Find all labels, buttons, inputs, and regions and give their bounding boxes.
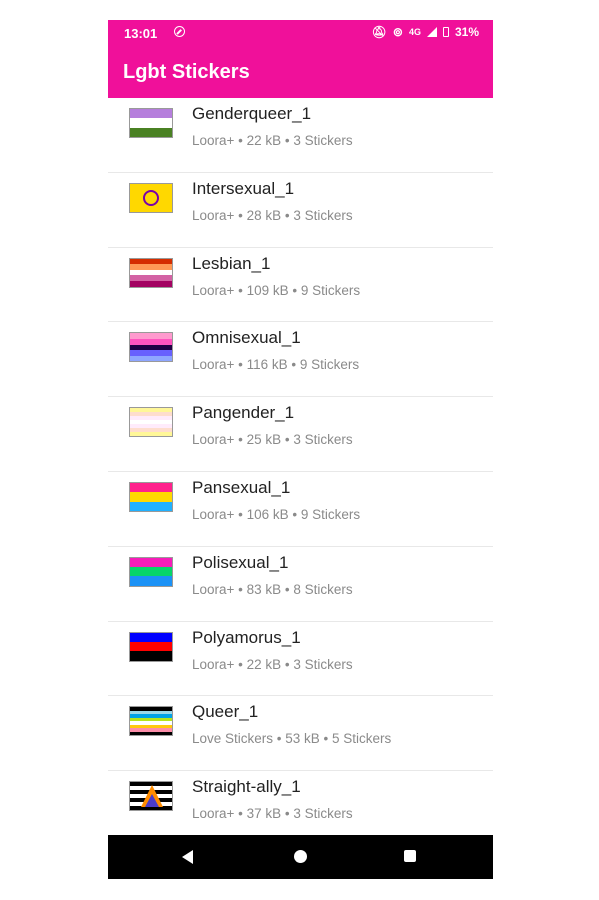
sticker-pack-item[interactable]: Pansexual_1 Loora+ • 106 kB • 9 Stickers: [108, 472, 493, 547]
app-bar: Lgbt Stickers: [108, 46, 493, 98]
sticker-pack-item[interactable]: Queer_1 Love Stickers • 53 kB • 5 Sticker…: [108, 696, 493, 772]
pack-meta: Loora+ • 106 kB • 9 Stickers: [192, 506, 361, 522]
network-type: 4G: [408, 26, 421, 37]
status-right-icons: 🔕︎ ⊚ 4G 31%: [372, 25, 479, 39]
sticker-pack-item[interactable]: Polisexual_1 Loora+ • 83 kB • 8 Stickers: [108, 547, 493, 622]
pack-name: Genderqueer_1: [192, 104, 312, 123]
pack-meta: Loora+ • 109 kB • 9 Stickers: [192, 282, 361, 298]
pack-flag-icon: [129, 257, 173, 288]
pack-name: Pangender_1: [192, 403, 295, 423]
app-title: Lgbt Stickers: [123, 61, 250, 83]
pack-meta: Loora+ • 83 kB • 8 Stickers: [192, 581, 353, 597]
sticker-pack-item[interactable]: Pangender_1 Loora+ • 25 kB • 3 Stickers: [108, 397, 493, 472]
pack-flag-icon: [129, 556, 173, 587]
pack-name: Polisexual_1: [192, 552, 289, 572]
pack-name: Queer_1: [192, 702, 259, 722]
sticker-pack-item[interactable]: Omnisexual_1 Loora+ • 116 kB • 9 Stickers: [108, 322, 493, 398]
pack-flag-icon: [129, 182, 173, 213]
signal-icon: [426, 27, 437, 37]
status-bar: 13:01 🔕︎ ⊚ 4G 31%: [108, 20, 493, 46]
pack-flag-icon: [129, 481, 173, 512]
pack-flag-icon: [129, 407, 173, 438]
pack-flag-icon: [129, 781, 173, 812]
pack-name: Polyamorus_1: [192, 627, 301, 647]
battery-icon: [442, 27, 449, 37]
pack-meta: Loora+ • 25 kB • 3 Stickers: [192, 432, 353, 448]
do-not-disturb-icon: [174, 26, 185, 37]
sticker-pack-item[interactable]: Intersexual_1 Loora+ • 28 kB • 3 Stickers: [108, 173, 493, 248]
pack-meta: Loora+ • 22 kB • 3 Stickers: [192, 133, 353, 148]
pack-name: Pansexual_1: [192, 477, 291, 497]
phone-screen: 13:01 🔕︎ ⊚ 4G 31% Lgbt Stickers Genderqu…: [108, 20, 493, 880]
pack-name: Straight-ally_1: [192, 777, 301, 797]
back-icon[interactable]: [182, 850, 193, 864]
navigation-bar: [108, 835, 493, 879]
sticker-pack-item[interactable]: Polyamorus_1 Loora+ • 22 kB • 3 Stickers: [108, 622, 493, 697]
pack-name: Intersexual_1: [192, 178, 295, 198]
pack-meta: Love Stickers • 53 kB • 5 Stickers: [192, 731, 392, 747]
status-time: 13:01: [124, 26, 158, 41]
pack-flag-icon: [129, 332, 173, 363]
pack-flag-icon: [129, 631, 173, 662]
pack-meta: Loora+ • 22 kB • 3 Stickers: [192, 656, 353, 672]
pack-flag-icon: [129, 108, 173, 138]
pack-meta: Loora+ • 28 kB • 3 Stickers: [192, 207, 353, 223]
home-icon[interactable]: [294, 850, 307, 863]
pack-meta: Loora+ • 116 kB • 9 Stickers: [192, 357, 360, 373]
sticker-pack-item[interactable]: Lesbian_1 Loora+ • 109 kB • 9 Stickers: [108, 248, 493, 323]
sticker-pack-item[interactable]: Genderqueer_1 Loora+ • 22 kB • 3 Stickers: [108, 98, 493, 173]
pack-name: Omnisexual_1: [192, 328, 301, 348]
pack-meta: Loora+ • 37 kB • 3 Stickers: [192, 806, 353, 822]
pack-name: Lesbian_1: [192, 253, 271, 273]
recent-apps-icon[interactable]: [404, 850, 416, 862]
hotspot-icon: ⊚: [392, 25, 403, 39]
sticker-pack-list: Genderqueer_1 Loora+ • 22 kB • 3 Stickers…: [108, 98, 493, 846]
mute-icon: 🔕︎: [371, 25, 387, 39]
battery-percent: 31%: [454, 25, 479, 39]
pack-flag-icon: [129, 706, 173, 737]
